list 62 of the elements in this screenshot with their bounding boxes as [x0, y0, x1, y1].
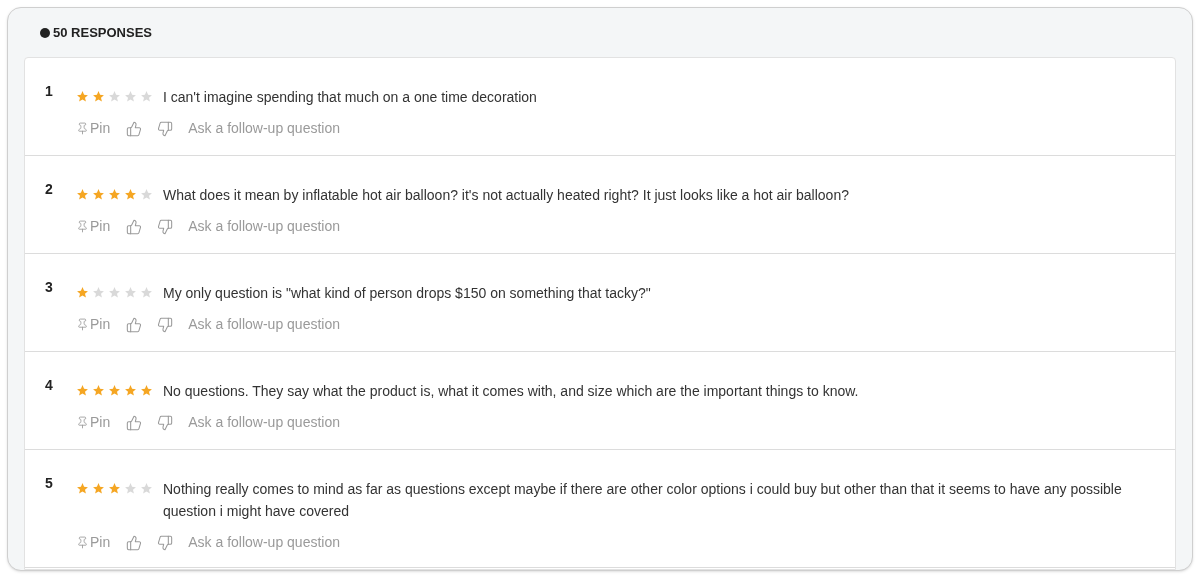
response-text: Nothing really comes to mind as far as questions except maybe if there are other color options i could buy but other than that it seems to have any possible question i might have covered: [163, 480, 1123, 521]
response-text: My only question is "what kind of person drops $150 on something that tacky?": [163, 284, 651, 303]
responses-count: 50 RESPONSES: [53, 24, 152, 43]
star-filled-icon: [140, 384, 153, 397]
star-filled-icon: [76, 188, 89, 201]
pin-icon: [76, 318, 89, 331]
follow-up-link[interactable]: Ask a follow-up question: [188, 216, 340, 237]
star-filled-icon: [76, 384, 89, 397]
star-filled-icon: [76, 482, 89, 495]
thumbs-up-icon[interactable]: [126, 414, 143, 431]
thumbs-down-icon[interactable]: [157, 534, 174, 551]
star-empty-icon: [140, 90, 153, 103]
star-filled-icon: [108, 384, 121, 397]
star-filled-icon: [124, 188, 137, 201]
pin-button[interactable]: Pin: [76, 216, 111, 237]
star-empty-icon: [140, 286, 153, 299]
star-empty-icon: [140, 482, 153, 495]
response-number: 5: [45, 474, 54, 493]
star-filled-icon: [108, 188, 121, 201]
thumbs-up-icon[interactable]: [126, 316, 143, 333]
star-empty-icon: [92, 286, 105, 299]
star-empty-icon: [124, 286, 137, 299]
pin-button[interactable]: Pin: [76, 412, 111, 433]
thumbs-up-icon[interactable]: [126, 120, 143, 137]
star-empty-icon: [108, 90, 121, 103]
follow-up-link[interactable]: Ask a follow-up question: [188, 118, 340, 139]
bullet-icon: [40, 28, 50, 38]
star-filled-icon: [76, 286, 89, 299]
follow-up-link[interactable]: Ask a follow-up question: [188, 314, 340, 335]
star-filled-icon: [108, 482, 121, 495]
thumbs-down-icon[interactable]: [157, 414, 174, 431]
pin-button[interactable]: Pin: [76, 314, 111, 335]
star-filled-icon: [92, 188, 105, 201]
pin-icon: [76, 536, 89, 549]
star-filled-icon: [92, 90, 105, 103]
pin-icon: [76, 416, 89, 429]
response-number: 4: [45, 376, 54, 395]
pin-button[interactable]: Pin: [76, 532, 111, 553]
thumbs-down-icon[interactable]: [157, 120, 174, 137]
pin-icon: [76, 220, 89, 233]
response-text: I can't imagine spending that much on a one time decoration: [163, 88, 537, 107]
follow-up-link[interactable]: Ask a follow-up question: [188, 532, 340, 553]
star-empty-icon: [124, 90, 137, 103]
star-filled-icon: [92, 482, 105, 495]
thumbs-up-icon[interactable]: [126, 218, 143, 235]
thumbs-up-icon[interactable]: [126, 534, 143, 551]
star-empty-icon: [140, 188, 153, 201]
star-filled-icon: [124, 384, 137, 397]
thumbs-down-icon[interactable]: [157, 218, 174, 235]
response-text: No questions. They say what the product is, what it comes with, and size which are the important things to know.: [163, 382, 859, 401]
response-text: What does it mean by inflatable hot air balloon? it's not actually heated right? It just looks like a hot air balloon?: [163, 186, 849, 205]
star-empty-icon: [124, 482, 137, 495]
star-filled-icon: [92, 384, 105, 397]
follow-up-link[interactable]: Ask a follow-up question: [188, 412, 340, 433]
pin-button[interactable]: Pin: [76, 118, 111, 139]
star-filled-icon: [76, 90, 89, 103]
star-empty-icon: [108, 286, 121, 299]
response-number: 1: [45, 82, 54, 101]
response-number: 3: [45, 278, 54, 297]
thumbs-down-icon[interactable]: [157, 316, 174, 333]
response-number: 2: [45, 180, 54, 199]
pin-icon: [76, 122, 89, 135]
